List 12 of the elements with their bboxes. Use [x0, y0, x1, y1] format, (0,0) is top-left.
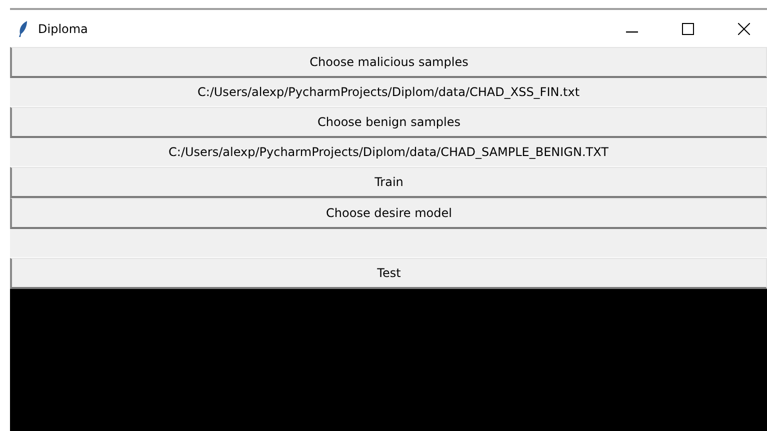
minimize-icon — [626, 30, 638, 32]
window-title: Diploma — [38, 22, 89, 36]
feather-icon — [18, 20, 28, 36]
action-button[interactable]: Train — [10, 167, 767, 198]
maximize-icon — [682, 22, 694, 34]
close-icon — [738, 22, 750, 34]
action-button[interactable]: Choose benign samples — [10, 107, 767, 138]
action-button[interactable]: Test — [10, 258, 767, 289]
path-label: C:/Users/alexp/PycharmProjects/Diplom/data/CHAD_XSS_FIN.txt — [10, 78, 767, 107]
action-button[interactable]: Choose desire model — [10, 198, 767, 229]
path-label: C:/Users/alexp/PycharmProjects/Diplom/data/CHAD_SAMPLE_BENIGN.TXT — [10, 138, 767, 167]
action-button[interactable]: Choose malicious samples — [10, 47, 767, 78]
